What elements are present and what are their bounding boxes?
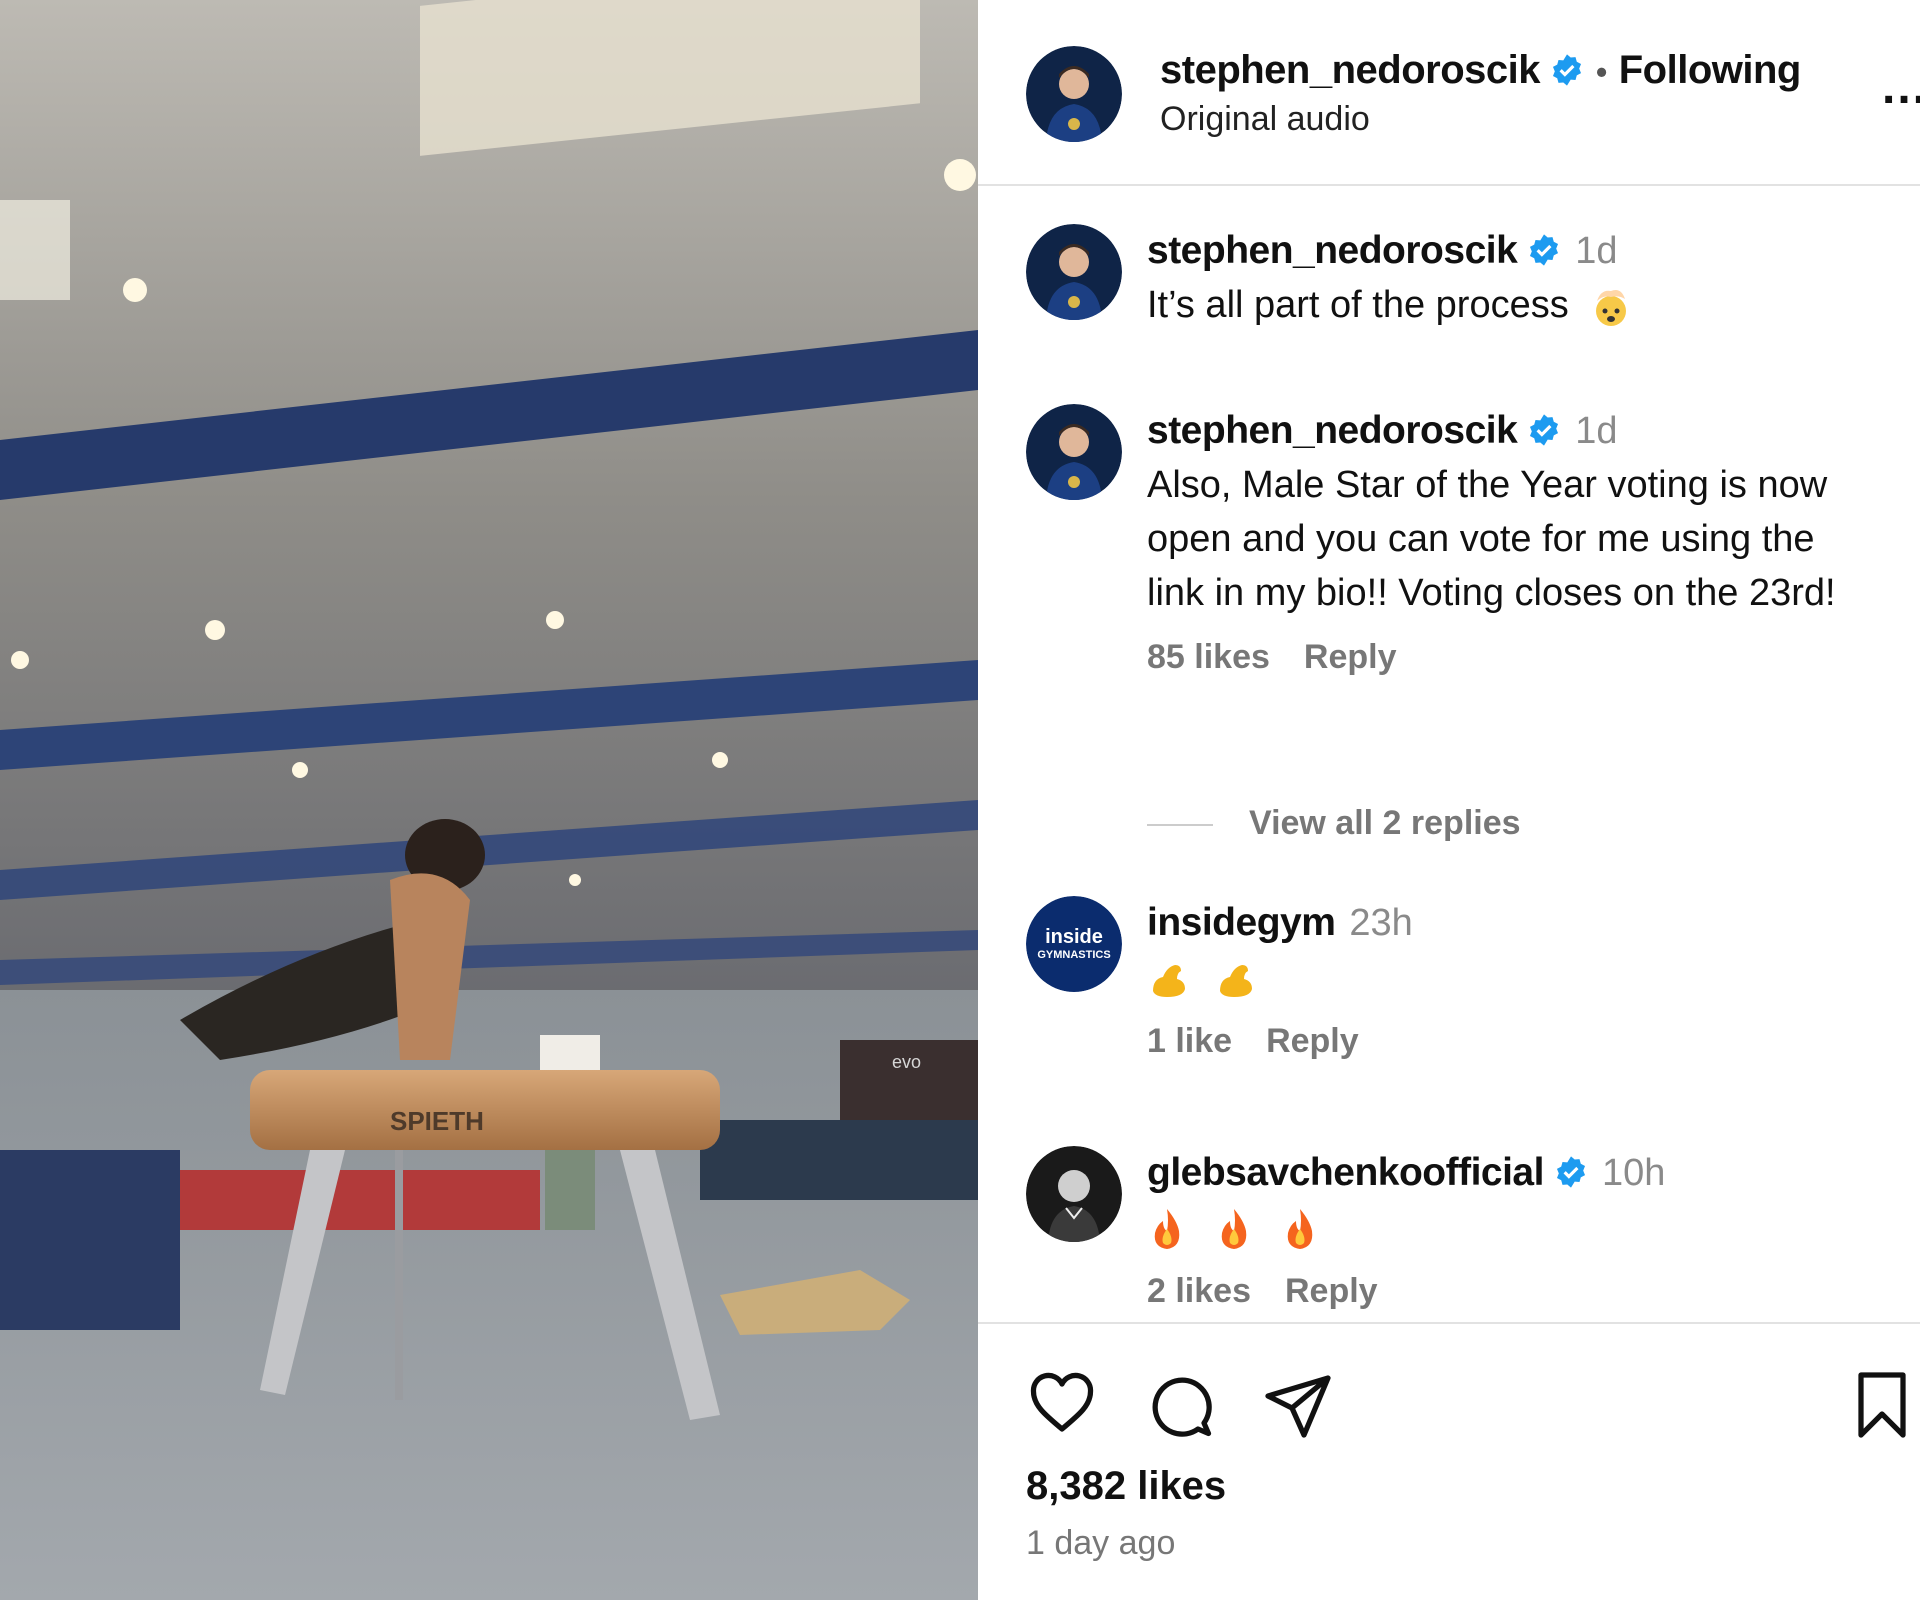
verified-badge-icon <box>1530 234 1559 266</box>
gym-sign-text: evo <box>892 1052 921 1072</box>
comment-text: Also, Male Star of the Year voting is no… <box>1147 464 1836 614</box>
exploding-head-emoji-icon <box>1596 289 1627 326</box>
like-heart-icon[interactable] <box>1026 1369 1098 1441</box>
avatar[interactable]: inside GYMNASTICS <box>1026 896 1122 992</box>
avatar[interactable] <box>1026 224 1122 320</box>
fire-emoji-icon <box>1287 1208 1313 1249</box>
comment-bubble-icon[interactable] <box>1144 1369 1216 1441</box>
reply-button[interactable]: Reply <box>1266 1022 1359 1060</box>
avatar-text-bottom: GYMNASTICS <box>1037 949 1111 961</box>
gym-scene-illustration: SPIETH evo <box>0 0 978 1600</box>
comment-username[interactable]: stephen_nedoroscik <box>1147 229 1518 272</box>
comment-username[interactable]: glebsavchenkoofficial <box>1147 1151 1544 1194</box>
post-sidebar: stephen_nedoroscik • Following Original au… <box>978 0 1920 1600</box>
pommel-brand-text: SPIETH <box>390 1106 484 1136</box>
save-bookmark-icon[interactable] <box>1846 1369 1918 1441</box>
post-header: stephen_nedoroscik • Following Original au… <box>978 0 1920 186</box>
audio-link[interactable]: Original audio <box>1160 100 1370 139</box>
avatar[interactable] <box>1026 404 1122 500</box>
author-avatar[interactable] <box>1026 46 1122 142</box>
verified-badge-icon <box>1552 54 1582 86</box>
reply-button[interactable]: Reply <box>1304 638 1397 676</box>
verified-badge-icon <box>1556 1156 1585 1188</box>
share-send-icon[interactable] <box>1262 1369 1334 1441</box>
post-timestamp[interactable]: 1 day ago <box>1026 1524 1175 1563</box>
comment-username[interactable]: insidegym <box>1147 901 1336 944</box>
comment-likes[interactable]: 85 likes <box>1147 638 1270 676</box>
flexed-biceps-emoji-icon <box>1219 964 1252 997</box>
comment-time[interactable]: 1d <box>1575 410 1617 452</box>
avatar-text-top: inside <box>1045 926 1103 948</box>
comments-list[interactable]: stephen_nedoroscik 1d It’s all part of th… <box>978 186 1920 1322</box>
post-video[interactable]: SPIETH evo <box>0 0 978 1600</box>
reply-button[interactable]: Reply <box>1285 1272 1378 1310</box>
fire-emoji-icon <box>1154 1208 1180 1249</box>
comment-time[interactable]: 1d <box>1575 230 1617 272</box>
comment-likes[interactable]: 2 likes <box>1147 1272 1251 1310</box>
following-button[interactable]: Following <box>1619 48 1802 92</box>
more-options-button[interactable]: ... <box>1882 60 1920 115</box>
avatar[interactable] <box>1026 1146 1122 1242</box>
separator-dot: • <box>1596 54 1607 90</box>
post-actions-footer: 8,382 likes 1 day ago <box>978 1322 1920 1602</box>
verified-badge-icon <box>1530 414 1559 446</box>
view-replies-button[interactable]: View all 2 replies <box>1249 804 1521 842</box>
replies-divider <box>1147 824 1213 827</box>
fire-emoji-icon <box>1221 1208 1246 1249</box>
post-likes-count[interactable]: 8,382 likes <box>1026 1464 1226 1509</box>
view-replies-row[interactable]: View all 2 replies <box>1147 804 1521 843</box>
author-username-line: stephen_nedoroscik • Following <box>1160 48 1801 93</box>
author-username-link[interactable]: stephen_nedoroscik <box>1160 48 1541 92</box>
comment-likes[interactable]: 1 like <box>1147 1022 1232 1060</box>
instagram-post-view: SPIETH evo stephen_nedoroscik • Following … <box>0 0 1920 1600</box>
flexed-biceps-emoji-icon <box>1153 964 1185 997</box>
comment-time[interactable]: 23h <box>1349 902 1412 944</box>
comment-time[interactable]: 10h <box>1602 1152 1665 1194</box>
comment-text: It’s all part of the process <box>1147 284 1569 326</box>
comment-username[interactable]: stephen_nedoroscik <box>1147 409 1518 452</box>
